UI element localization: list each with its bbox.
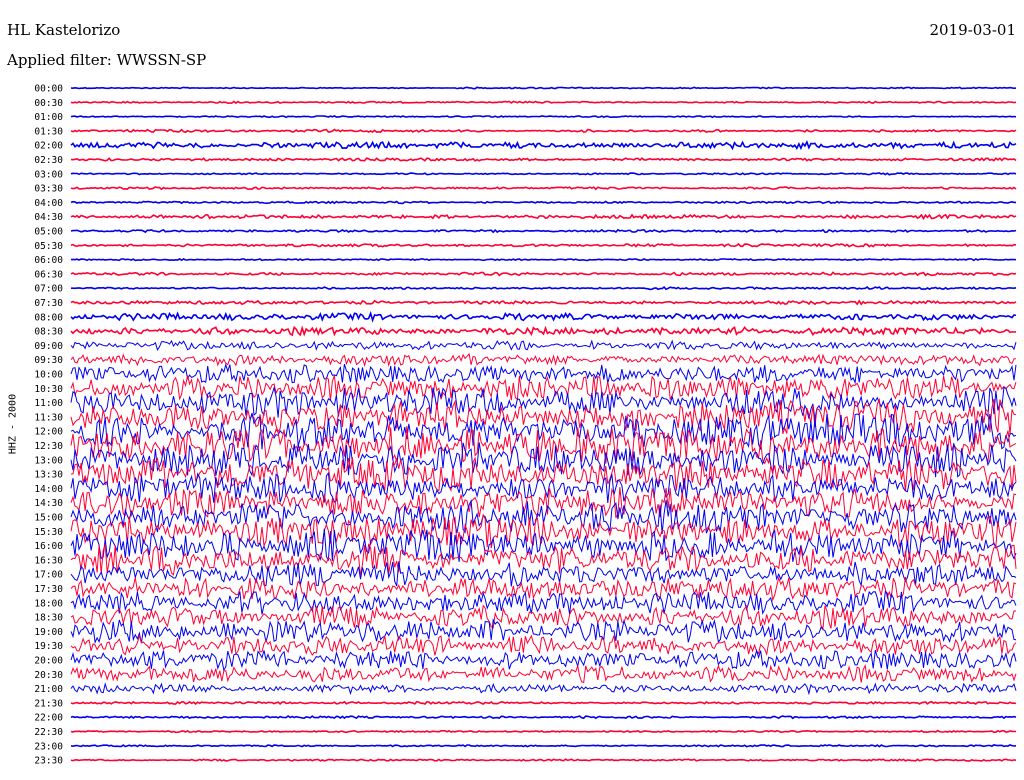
tick-label: 15:30 — [34, 527, 63, 538]
trace-line — [70, 744, 1017, 748]
trace-line — [70, 700, 1017, 706]
trace-line — [70, 157, 1017, 162]
trace-line — [70, 648, 1017, 672]
trace-line — [70, 114, 1017, 119]
tick-label: 18:00 — [34, 598, 63, 609]
tick-label: 23:30 — [34, 756, 63, 767]
tick-label: 01:00 — [34, 112, 63, 123]
tick-label: 04:00 — [34, 198, 63, 209]
tick-label: 13:00 — [34, 455, 63, 466]
tick-label: 08:00 — [34, 312, 63, 323]
trace-line — [70, 352, 1017, 368]
trace-line — [71, 285, 1017, 291]
tick-label: 17:30 — [34, 584, 63, 595]
tick-label: 19:30 — [34, 641, 63, 652]
trace-line — [70, 139, 1017, 151]
tick-label: 18:30 — [34, 613, 63, 624]
tick-label: 20:30 — [34, 670, 63, 681]
tick-label: 07:00 — [34, 284, 63, 295]
tick-label: 12:00 — [34, 427, 63, 438]
tick-label: 14:00 — [34, 484, 63, 495]
trace-line — [70, 663, 1017, 684]
tick-label: 12:30 — [34, 441, 63, 452]
tick-label: 17:00 — [34, 570, 63, 581]
trace-line — [70, 310, 1017, 323]
tick-label: 16:00 — [34, 541, 63, 552]
trace-line — [70, 86, 1017, 90]
tick-label: 07:30 — [34, 298, 63, 309]
tick-labels: 00:00 00:30 01:00 01:30 02:00 02:30 03:00 03:30… — [34, 84, 63, 767]
trace-line — [70, 758, 1017, 762]
tick-label: 23:00 — [34, 741, 63, 752]
tick-label: 10:00 — [34, 370, 63, 381]
trace-line — [70, 271, 1017, 277]
tick-label: 05:30 — [34, 241, 63, 252]
tick-label: 19:00 — [34, 627, 63, 638]
tick-label: 03:00 — [34, 169, 63, 180]
trace-line — [70, 128, 1017, 134]
trace-line — [70, 200, 1016, 205]
tick-label: 09:30 — [34, 355, 63, 366]
tick-label: 14:30 — [34, 498, 63, 509]
trace-line — [70, 257, 1017, 262]
trace-line — [70, 634, 1017, 657]
trace-line — [70, 172, 1017, 176]
trace-line — [70, 397, 1017, 435]
trace-line — [70, 375, 1017, 401]
tick-label: 16:30 — [34, 555, 63, 566]
trace-line — [70, 100, 1017, 105]
tick-label: 05:00 — [34, 227, 63, 238]
trace-line — [70, 228, 1017, 234]
tick-label: 02:30 — [34, 155, 63, 166]
tick-label: 22:00 — [34, 713, 63, 724]
tick-label: 04:30 — [34, 212, 63, 223]
tick-label: 06:00 — [34, 255, 63, 266]
trace-line — [70, 213, 1017, 221]
tick-label: 15:00 — [34, 513, 63, 524]
tick-label: 20:00 — [34, 656, 63, 667]
trace-line — [70, 729, 1017, 734]
trace-line — [70, 339, 1017, 351]
trace-line — [70, 604, 1017, 631]
seismogram-plot: 00:00 00:30 01:00 01:30 02:00 02:30 03:00 03:30… — [34, 84, 1017, 767]
tick-label: 10:30 — [34, 384, 63, 395]
trace-line — [70, 299, 1017, 306]
tick-label: 00:30 — [34, 98, 63, 109]
tick-label: 06:30 — [34, 269, 63, 280]
trace-line — [70, 325, 1017, 337]
tick-label: 13:30 — [34, 470, 63, 481]
tick-label: 00:00 — [34, 84, 63, 95]
trace-line — [70, 186, 1017, 191]
tick-label: 08:30 — [34, 327, 63, 338]
trace-line — [70, 362, 1017, 385]
tick-label: 21:00 — [34, 684, 63, 695]
trace-line — [70, 242, 1017, 248]
trace-group — [70, 86, 1017, 762]
tick-label: 01:30 — [34, 126, 63, 137]
tick-label: 09:00 — [34, 341, 63, 352]
tick-label: 22:30 — [34, 727, 63, 738]
tick-label: 11:00 — [34, 398, 63, 409]
tick-label: 21:30 — [34, 698, 63, 709]
tick-label: 11:30 — [34, 412, 63, 423]
tick-label: 03:30 — [34, 184, 63, 195]
tick-label: 02:00 — [34, 141, 63, 152]
trace-line — [70, 682, 1017, 696]
trace-line — [70, 714, 1017, 720]
